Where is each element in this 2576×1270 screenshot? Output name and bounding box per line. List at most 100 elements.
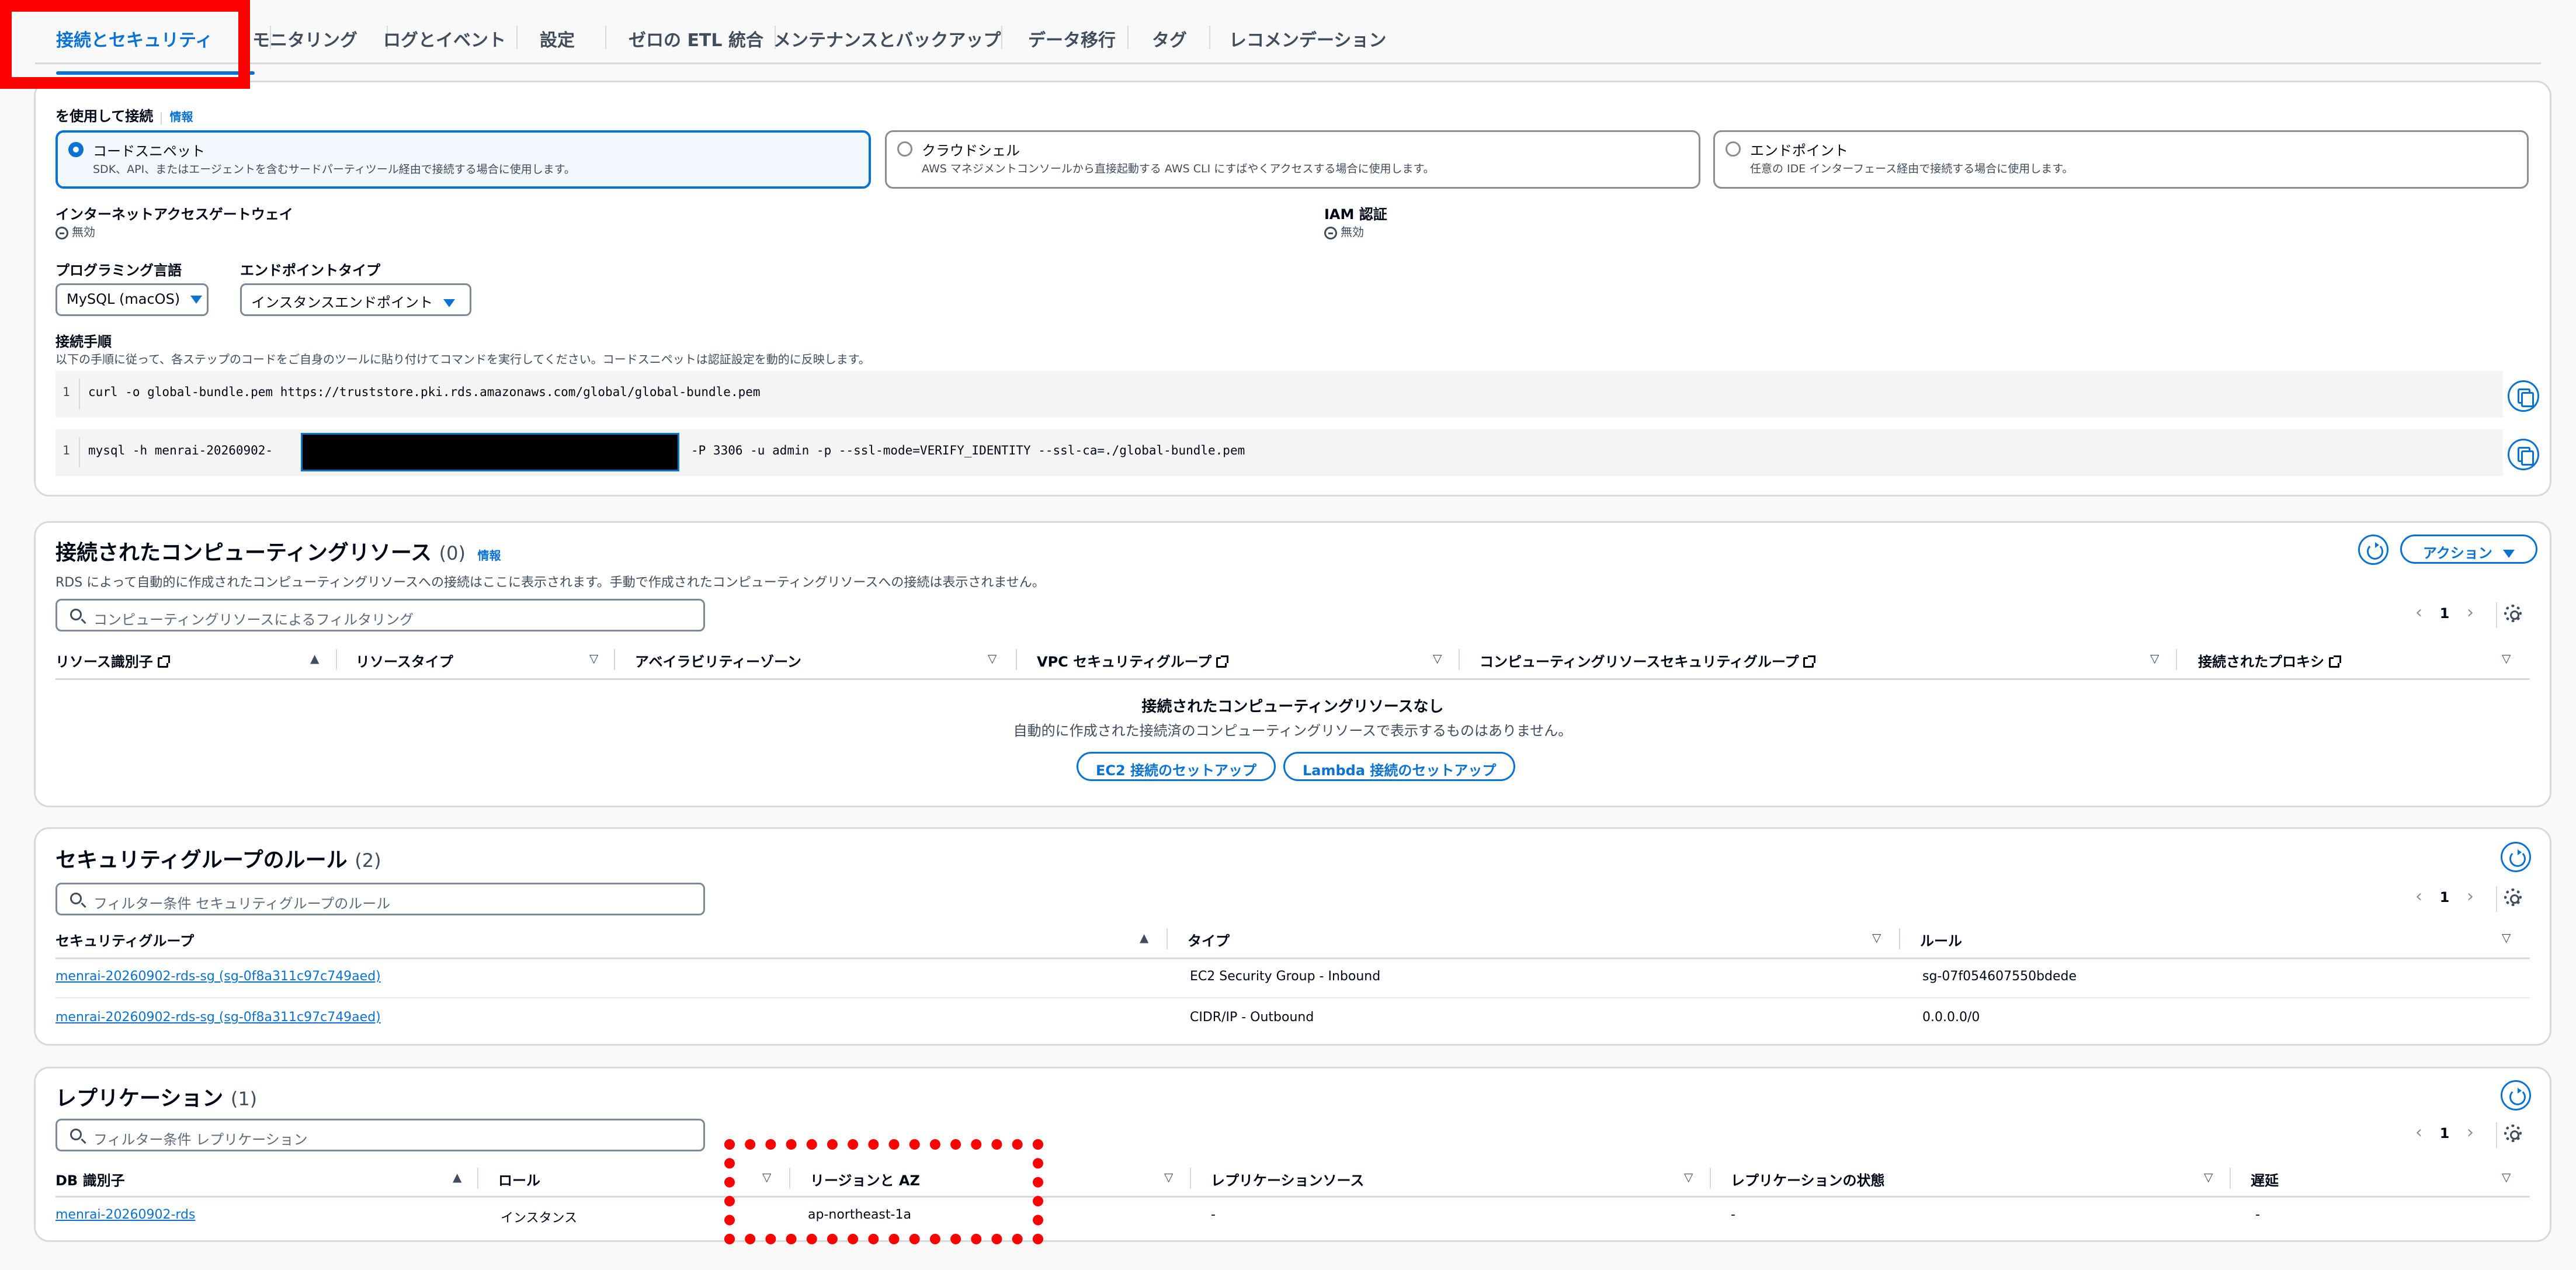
compute-filter-input[interactable]: コンピューティングリソースによるフィルタリング bbox=[55, 599, 705, 631]
sort-icon[interactable]: ▽ bbox=[1433, 651, 1442, 665]
code-block-1: 1 curl -o global-bundle.pem https://trus… bbox=[55, 371, 2503, 418]
refresh-icon[interactable] bbox=[2501, 842, 2531, 872]
sg-filter-input[interactable]: フィルター条件 セキュリティグループのルール bbox=[55, 883, 705, 915]
col-resource-type[interactable]: リソースタイプ bbox=[356, 650, 453, 671]
tab-recommendations[interactable]: レコメンデーション bbox=[1229, 26, 1386, 51]
table-header-line bbox=[55, 678, 2530, 680]
replication-state-value: - bbox=[1731, 1207, 1735, 1222]
radio-unselected[interactable] bbox=[897, 141, 912, 157]
tile-cloudshell[interactable]: クラウドシェル AWS マネジメントコンソールから直接起動する AWS CLI … bbox=[885, 130, 1700, 189]
sort-asc-icon[interactable]: ▲ bbox=[1140, 931, 1148, 945]
tile-code-snippet[interactable]: コードスニペット SDK、API、またはエージェントを含むサードパーティツール経… bbox=[55, 130, 871, 189]
compute-title: 接続されたコンピューティングリソース (0) 情報 bbox=[55, 536, 501, 566]
page-number[interactable]: 1 bbox=[2440, 889, 2450, 905]
col-availability-zone[interactable]: アベイラビリティーゾーン bbox=[635, 650, 801, 671]
external-link-icon bbox=[157, 655, 170, 668]
language-select[interactable]: MySQL (macOS) bbox=[55, 283, 209, 316]
lag-value: - bbox=[2255, 1207, 2260, 1222]
sort-icon[interactable]: ▽ bbox=[2502, 1170, 2511, 1184]
divider bbox=[2230, 1168, 2231, 1189]
copy-icon[interactable] bbox=[2508, 439, 2539, 470]
col-vpc-sg[interactable]: VPC セキュリティグループ bbox=[1037, 650, 1229, 671]
sort-icon[interactable]: ▽ bbox=[2150, 651, 2159, 665]
compute-panel: 接続されたコンピューティングリソース (0) 情報 RDS によって自動的に作成… bbox=[34, 521, 2551, 807]
refresh-icon[interactable] bbox=[2358, 535, 2388, 565]
endpoint-type-select[interactable]: インスタンスエンドポイント bbox=[240, 283, 471, 316]
db-identifier-link[interactable]: menrai-20260902-rds bbox=[55, 1207, 196, 1222]
col-rule[interactable]: ルール bbox=[1920, 929, 1962, 950]
page-number[interactable]: 1 bbox=[2440, 1125, 2450, 1141]
col-role[interactable]: ロール bbox=[498, 1169, 540, 1189]
sg-type: EC2 Security Group - Inbound bbox=[1190, 969, 1381, 984]
tab-bar: 接続とセキュリティ モニタリング ログとイベント 設定 ゼロの ETL 統合 メ… bbox=[35, 16, 2541, 75]
tile-endpoint[interactable]: エンドポイント 任意の IDE インターフェース経由で接続する場合に使用します。 bbox=[1713, 130, 2529, 189]
radio-selected[interactable] bbox=[68, 142, 84, 157]
chevron-left-icon[interactable]: ‹ bbox=[2415, 886, 2422, 907]
tab-monitoring[interactable]: モニタリング bbox=[252, 26, 357, 51]
role-value: インスタンス bbox=[501, 1211, 578, 1226]
tile-title: エンドポイント bbox=[1750, 143, 1848, 159]
sort-icon[interactable]: ▽ bbox=[988, 651, 997, 665]
table-header-line bbox=[55, 957, 2530, 959]
sort-icon[interactable]: ▽ bbox=[1164, 1170, 1173, 1184]
empty-state-title: 接続されたコンピューティングリソースなし bbox=[1141, 698, 1444, 716]
info-link[interactable]: 情報 bbox=[477, 549, 501, 563]
col-replication-source[interactable]: レプリケーションソース bbox=[1211, 1169, 1364, 1189]
actions-button[interactable]: アクション bbox=[2400, 535, 2537, 564]
chevron-left-icon[interactable]: ‹ bbox=[2415, 1122, 2422, 1143]
sg-link[interactable]: menrai-20260902-rds-sg (sg-0f8a311c97c74… bbox=[55, 969, 381, 984]
tab-data-migration[interactable]: データ移行 bbox=[1028, 26, 1116, 51]
col-label: コンピューティングリソースセキュリティグループ bbox=[1480, 654, 1799, 670]
caret-down-icon bbox=[190, 296, 203, 304]
divider bbox=[477, 1168, 478, 1189]
settings-gear-icon[interactable] bbox=[2504, 889, 2522, 906]
col-label: 接続されたプロキシ bbox=[2198, 654, 2324, 670]
tab-maintenance-backup[interactable]: メンテナンスとバックアップ bbox=[773, 26, 1001, 51]
sort-icon[interactable]: ▽ bbox=[1872, 931, 1881, 945]
repl-filter-input[interactable]: フィルター条件 レプリケーション bbox=[55, 1119, 705, 1151]
col-db-identifier[interactable]: DB 識別子 bbox=[55, 1169, 125, 1189]
col-label: VPC セキュリティグループ bbox=[1037, 654, 1212, 670]
sort-icon[interactable]: ▽ bbox=[1684, 1170, 1693, 1184]
compute-count: (0) bbox=[439, 542, 466, 564]
iam-value: 無効 bbox=[1324, 223, 1364, 240]
col-compute-sg[interactable]: コンピューティングリソースセキュリティグループ bbox=[1480, 650, 1816, 671]
divider bbox=[1016, 649, 1017, 670]
tab-zero-etl[interactable]: ゼロの ETL 統合 bbox=[629, 26, 763, 51]
tab-separator bbox=[516, 26, 518, 49]
refresh-icon[interactable] bbox=[2501, 1080, 2531, 1111]
repl-title: レプリケーション (1) bbox=[55, 1081, 257, 1112]
line-number: 1 bbox=[63, 385, 70, 399]
sg-link[interactable]: menrai-20260902-rds-sg (sg-0f8a311c97c74… bbox=[55, 1010, 381, 1025]
page-number[interactable]: 1 bbox=[2440, 605, 2450, 622]
tab-tags[interactable]: タグ bbox=[1152, 26, 1187, 51]
col-type[interactable]: タイプ bbox=[1188, 929, 1230, 950]
col-security-group[interactable]: セキュリティグループ bbox=[55, 929, 194, 950]
radio-unselected[interactable] bbox=[1726, 141, 1741, 157]
chevron-right-icon[interactable]: › bbox=[2467, 602, 2474, 623]
tab-separator bbox=[1127, 26, 1129, 49]
sort-icon[interactable]: ▽ bbox=[589, 651, 598, 665]
tab-configuration[interactable]: 設定 bbox=[540, 26, 575, 51]
chevron-right-icon[interactable]: › bbox=[2467, 1122, 2474, 1143]
sort-icon[interactable]: ▽ bbox=[2502, 651, 2511, 665]
copy-icon[interactable] bbox=[2508, 380, 2539, 412]
col-replication-state[interactable]: レプリケーションの状態 bbox=[1731, 1169, 1885, 1189]
chevron-left-icon[interactable]: ‹ bbox=[2415, 602, 2422, 623]
sort-asc-icon[interactable]: ▲ bbox=[453, 1170, 461, 1184]
col-resource-id[interactable]: リソース識別子 bbox=[55, 650, 170, 671]
settings-gear-icon[interactable] bbox=[2504, 1125, 2522, 1142]
chevron-right-icon[interactable]: › bbox=[2467, 886, 2474, 907]
iam-value-text: 無効 bbox=[1341, 225, 1364, 239]
lambda-setup-button[interactable]: Lambda 接続のセットアップ bbox=[1283, 752, 1516, 781]
ec2-setup-button[interactable]: EC2 接続のセットアップ bbox=[1077, 752, 1276, 781]
info-link[interactable]: 情報 bbox=[169, 110, 193, 124]
settings-gear-icon[interactable] bbox=[2504, 605, 2522, 622]
sort-icon[interactable]: ▽ bbox=[2204, 1170, 2213, 1184]
tab-logs-events[interactable]: ログとイベント bbox=[383, 26, 506, 51]
sort-icon[interactable]: ▽ bbox=[2502, 931, 2511, 945]
sort-asc-icon[interactable]: ▲ bbox=[310, 651, 319, 665]
col-lag[interactable]: 遅延 bbox=[2251, 1169, 2279, 1189]
col-connected-proxy[interactable]: 接続されたプロキシ bbox=[2198, 650, 2341, 671]
filter-placeholder: フィルター条件 レプリケーション bbox=[93, 1132, 308, 1148]
